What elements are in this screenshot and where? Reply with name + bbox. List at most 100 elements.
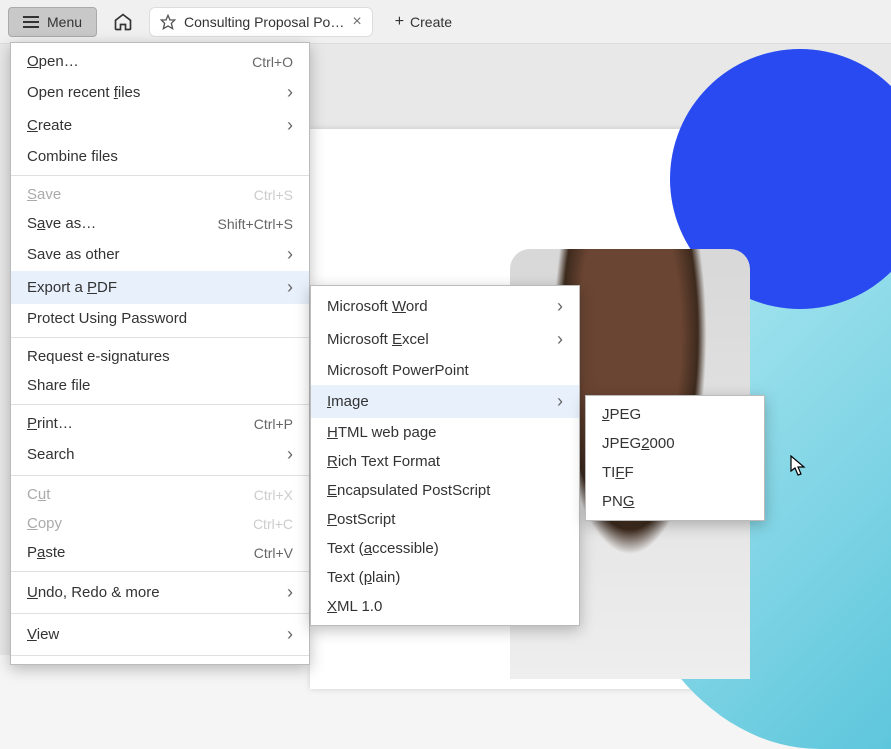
main-menu-item-protect-using-password[interactable]: Protect Using Password [11,304,309,333]
menu-item-label: Encapsulated PostScript [327,482,490,499]
main-menu-item-print[interactable]: Print…Ctrl+P [11,409,309,438]
menu-item-label: View [27,626,59,643]
document-tab[interactable]: Consulting Proposal Po… × [149,7,373,37]
chevron-right-icon [287,244,293,265]
menu-item-label: Copy [27,515,62,532]
menu-item-label: JPEG2000 [602,435,675,452]
menu-button[interactable]: Menu [8,7,97,37]
image-submenu-item-png[interactable]: PNG [586,487,764,516]
menu-item-shortcut: Ctrl+O [252,54,293,70]
chevron-right-icon [287,82,293,103]
chevron-right-icon [287,277,293,298]
image-submenu-item-jpeg2000[interactable]: JPEG2000 [586,429,764,458]
menu-item-label: Save [27,186,61,203]
chevron-right-icon [557,391,563,412]
chevron-right-icon [287,624,293,645]
main-menu-item-request-e-signatures[interactable]: Request e-signatures [11,342,309,371]
menu-item-label: TIFF [602,464,634,481]
menu-item-label: Open recent files [27,84,140,101]
menu-item-label: Create [27,117,72,134]
export-submenu-item-text-plain[interactable]: Text (plain) [311,563,579,592]
main-menu: Open… Ctrl+O Open recent files Create Combin… [10,42,310,665]
main-menu-item-copy: Copy Ctrl+C [11,509,309,538]
home-button[interactable] [105,6,141,38]
menu-button-label: Menu [47,14,82,30]
export-submenu-item-image[interactable]: Image [311,385,579,418]
menu-item-shortcut: Ctrl+V [254,545,293,561]
main-menu-sep [11,571,309,572]
menu-item-shortcut: Ctrl+C [253,516,293,532]
image-submenu-item-jpeg[interactable]: JPEG [586,400,764,429]
menu-item-label: Protect Using Password [27,310,187,327]
menu-item-label: PostScript [327,511,395,528]
menu-item-label: Rich Text Format [327,453,440,470]
export-submenu-item-html-web-page[interactable]: HTML web page [311,418,579,447]
export-submenu-item-microsoft-word[interactable]: Microsoft Word [311,290,579,323]
menu-item-label: Search [27,446,75,463]
main-menu-item-open[interactable]: Open… Ctrl+O [11,47,309,76]
menu-item-label: Request e-signatures [27,348,170,365]
menu-item-label: Open… [27,53,79,70]
main-menu-item-search[interactable]: Search [11,438,309,471]
hamburger-icon [23,16,39,28]
image-submenu-item-tiff[interactable]: TIFF [586,458,764,487]
menu-item-label: Text (accessible) [327,540,439,557]
home-icon [113,12,133,32]
main-menu-sep [11,404,309,405]
menu-item-shortcut: Ctrl+P [254,416,293,432]
menu-item-label: Microsoft Word [327,298,428,315]
create-button[interactable]: + Create [381,8,466,36]
chevron-right-icon [557,296,563,317]
image-submenu: JPEG JPEG2000 TIFF PNG [585,395,765,521]
main-menu-item-share-file[interactable]: Share file [11,371,309,400]
menu-item-label: PNG [602,493,635,510]
menu-item-label: Paste [27,544,65,561]
menu-item-label: Image [327,393,369,410]
main-menu-item-save-as[interactable]: Save as… Shift+Ctrl+S [11,209,309,238]
main-menu-item-create[interactable]: Create [11,109,309,142]
main-menu-sep [11,337,309,338]
chevron-right-icon [557,329,563,350]
export-submenu-item-text-accessible[interactable]: Text (accessible) [311,534,579,563]
main-menu-item-save-as-other[interactable]: Save as other [11,238,309,271]
menu-item-shortcut: Shift+Ctrl+S [218,216,293,232]
menu-item-label: Microsoft PowerPoint [327,362,469,379]
main-menu-item-paste[interactable]: Paste Ctrl+V [11,538,309,567]
export-submenu-item-encapsulated-postscript[interactable]: Encapsulated PostScript [311,476,579,505]
menu-item-label: XML 1.0 [327,598,382,615]
menu-item-label: Share file [27,377,90,394]
main-menu-item-view[interactable]: View [11,618,309,651]
menu-item-label: Export a PDF [27,279,117,296]
chevron-right-icon [287,115,293,136]
menu-item-label: Microsoft Excel [327,331,429,348]
plus-icon: + [395,14,404,30]
main-menu-item-combine-files[interactable]: Combine files [11,142,309,171]
main-menu-item-save: Save Ctrl+S [11,180,309,209]
menu-item-label: Combine files [27,148,118,165]
main-menu-sep [11,175,309,176]
export-submenu-item-microsoft-excel[interactable]: Microsoft Excel [311,323,579,356]
export-submenu-item-postscript[interactable]: PostScript [311,505,579,534]
menu-item-label: Undo, Redo & more [27,584,160,601]
menu-item-label: Save as other [27,246,120,263]
main-menu-sep [11,613,309,614]
main-menu-item-undo-redo-more[interactable]: Undo, Redo & more [11,576,309,609]
export-pdf-submenu: Microsoft Word Microsoft Excel Microsoft P… [310,285,580,626]
main-menu-item-export-a-pdf[interactable]: Export a PDF [11,271,309,304]
main-menu-sep [11,475,309,476]
main-menu-item-cut: Cut Ctrl+X [11,480,309,509]
menu-item-label: Save as… [27,215,96,232]
export-submenu-item-microsoft-powerpoint[interactable]: Microsoft PowerPoint [311,356,579,385]
tab-close-button[interactable]: × [352,14,361,30]
star-icon [160,14,176,30]
menu-item-shortcut: Ctrl+X [254,487,293,503]
menu-item-label: Text (plain) [327,569,400,586]
main-menu-item-open-recent-files[interactable]: Open recent files [11,76,309,109]
export-submenu-item-rich-text-format[interactable]: Rich Text Format [311,447,579,476]
main-menu-sep [11,655,309,656]
tab-title: Consulting Proposal Po… [184,14,344,30]
menu-item-shortcut: Ctrl+S [254,187,293,203]
export-submenu-item-xml-1-0[interactable]: XML 1.0 [311,592,579,621]
toolbar: Menu Consulting Proposal Po… × + Create [0,0,891,44]
menu-item-label: Cut [27,486,50,503]
